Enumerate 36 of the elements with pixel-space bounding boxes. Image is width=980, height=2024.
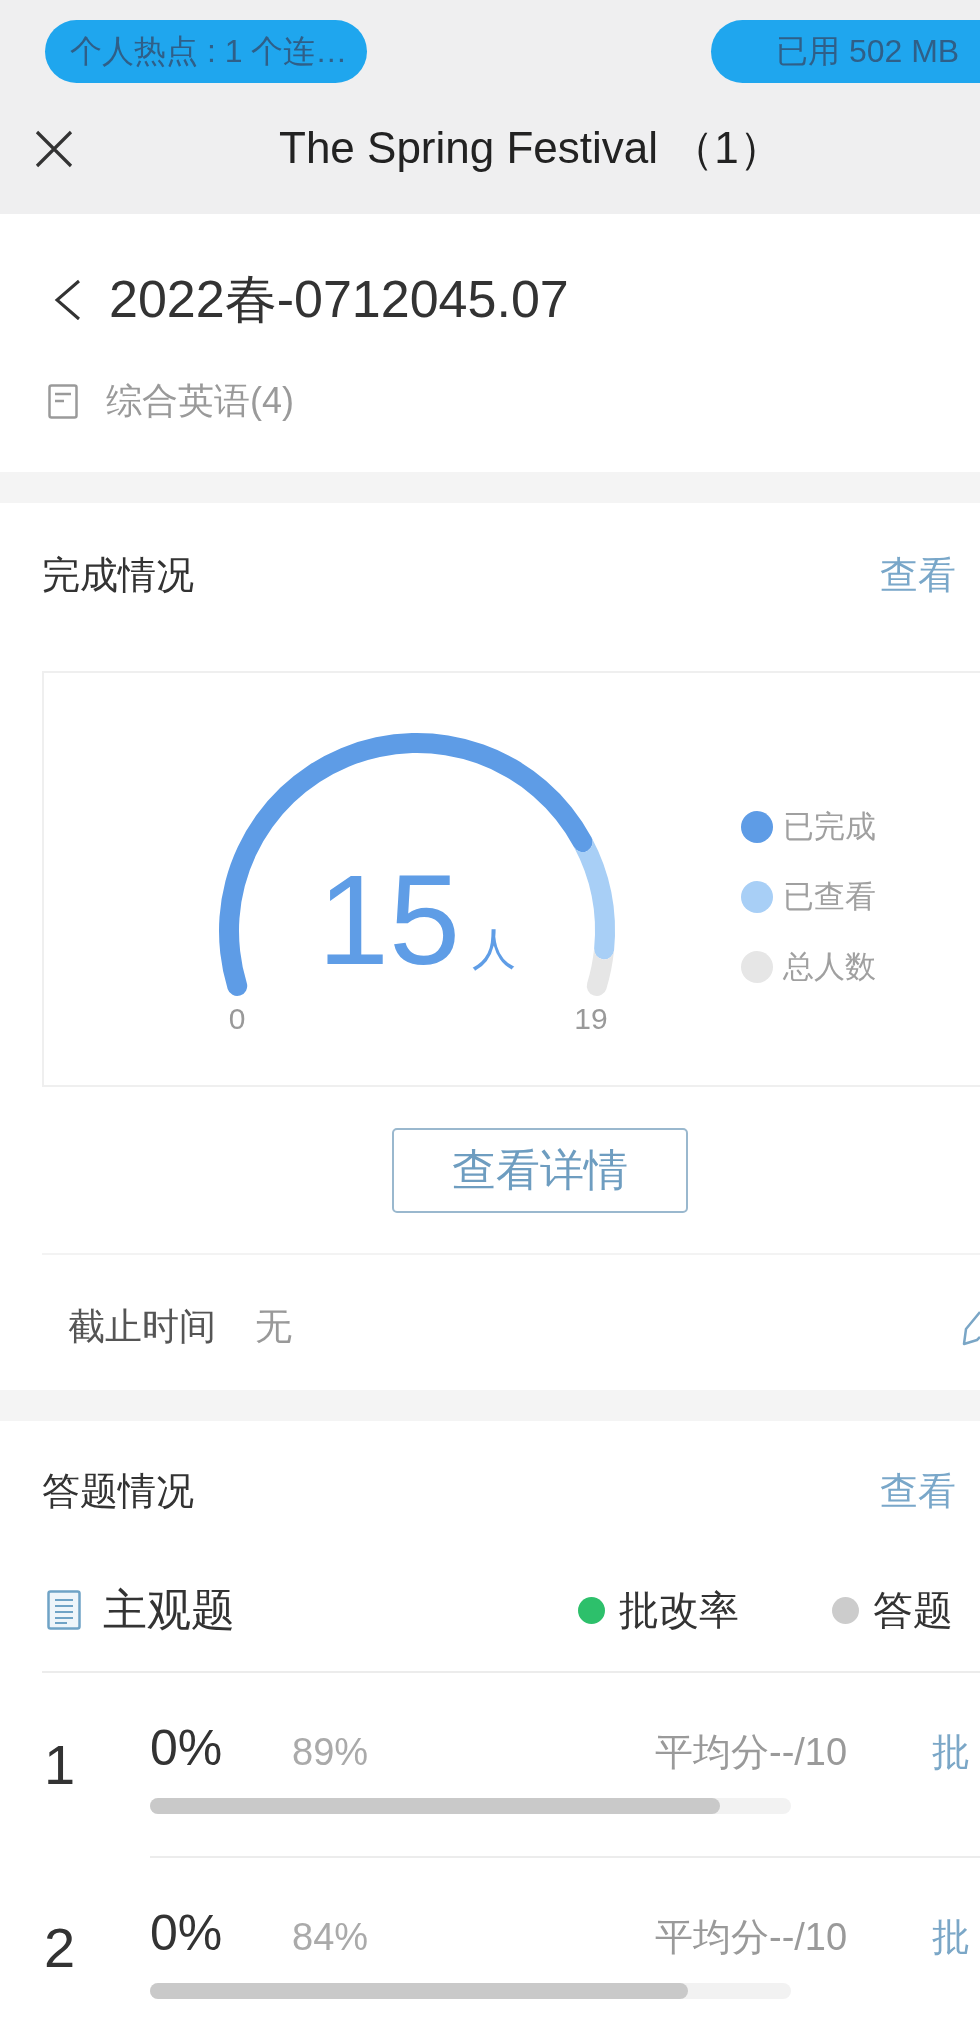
view-link[interactable]: 查看 xyxy=(880,1465,980,1517)
legend-label: 批改率 xyxy=(619,1586,739,1634)
gauge-min-label: 0 xyxy=(228,1004,246,1034)
legend-label: 已查看 xyxy=(783,878,876,916)
deadline-value: 无 xyxy=(255,1305,292,1349)
question-number: 2 xyxy=(44,1919,76,1976)
gauge-value: 15 xyxy=(317,848,461,991)
document-icon xyxy=(48,383,78,419)
course-name: 综合英语(4) xyxy=(106,378,294,423)
average-score: 平均分--/10 xyxy=(655,1732,848,1774)
assignment-title: 2022春-0712045.07 xyxy=(109,269,569,330)
question-type-title: 主观题 xyxy=(103,1583,235,1636)
grade-link[interactable]: 批 xyxy=(932,1732,970,1774)
answer-rate: 84% xyxy=(292,1917,369,1959)
grade-link[interactable]: 批 xyxy=(932,1917,970,1959)
grading-rate: 0% xyxy=(150,1906,223,1961)
details-button[interactable]: 查看详情 xyxy=(392,1128,688,1213)
deadline-label: 截止时间 xyxy=(68,1305,216,1349)
hotspot-status-chip: 个人热点 : 1 个连… xyxy=(45,20,368,83)
back-icon[interactable] xyxy=(53,279,81,321)
question-number: 1 xyxy=(44,1736,76,1793)
page-title: The Spring Festival （1） xyxy=(279,122,783,174)
section-title: 完成情况 xyxy=(42,552,194,598)
view-link[interactable]: 查看 xyxy=(880,549,980,601)
gauge-max-label: 19 xyxy=(574,1004,608,1034)
legend-label: 总人数 xyxy=(783,948,876,986)
gauge-unit: 人 xyxy=(472,924,517,973)
data-usage-chip: 已用 502 MB xyxy=(711,20,980,83)
legend-label: 答题 xyxy=(873,1586,953,1634)
document-icon xyxy=(47,1590,81,1630)
close-icon[interactable] xyxy=(35,129,73,168)
answer-rate: 89% xyxy=(292,1732,369,1774)
section-title: 答题情况 xyxy=(42,1468,194,1514)
legend-label: 已完成 xyxy=(783,808,876,846)
average-score: 平均分--/10 xyxy=(655,1917,848,1959)
grading-rate: 0% xyxy=(150,1721,223,1776)
